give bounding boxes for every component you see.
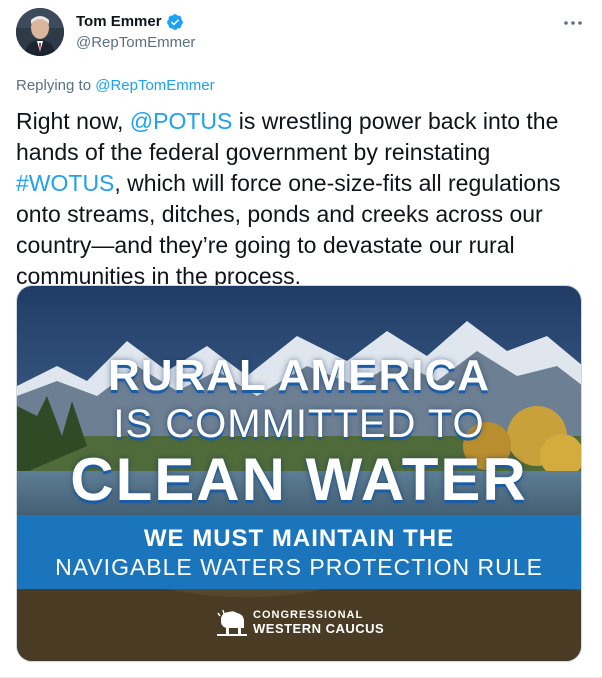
tweet-media-image[interactable]: RURAL AMERICA IS COMMITTED TO CLEAN WATE… — [16, 285, 582, 662]
reply-to-link[interactable]: @RepTomEmmer — [95, 77, 214, 94]
logo-line-2: WESTERN CAUCUS — [253, 621, 385, 636]
media-headline-2: IS COMMITTED TO — [113, 402, 485, 446]
tweet: Tom Emmer @RepTomEmmer Replying to @RepT… — [0, 0, 602, 678]
author-handle[interactable]: @RepTomEmmer — [76, 33, 195, 53]
reply-context: Replying to @RepTomEmmer — [16, 76, 215, 96]
media-banner: WE MUST MAINTAIN THE NAVIGABLE WATERS PR… — [17, 515, 581, 589]
hashtag-link[interactable]: #WOTUS — [16, 170, 114, 196]
caucus-logo: CONGRESSIONAL WESTERN CAUCUS — [217, 608, 384, 636]
media-headline-3: CLEAN WATER — [70, 446, 528, 513]
tweet-text-part-1: Right now, — [16, 108, 130, 134]
verified-badge-icon — [166, 13, 184, 31]
media-headline-1: RURAL AMERICA — [107, 351, 491, 400]
media-banner-line-1: WE MUST MAINTAIN THE — [143, 525, 455, 552]
mention-link[interactable]: @POTUS — [130, 108, 233, 134]
author-display-name[interactable]: Tom Emmer — [76, 12, 162, 32]
reply-prefix: Replying to — [16, 77, 92, 94]
more-options-icon[interactable] — [560, 10, 586, 36]
author-name-row: Tom Emmer — [76, 12, 184, 32]
tweet-text: Right now, @POTUS is wrestling power bac… — [16, 106, 586, 292]
avatar[interactable] — [16, 8, 64, 56]
media-banner-line-2: NAVIGABLE WATERS PROTECTION RULE — [55, 554, 543, 580]
bison-logo-icon — [217, 609, 247, 636]
